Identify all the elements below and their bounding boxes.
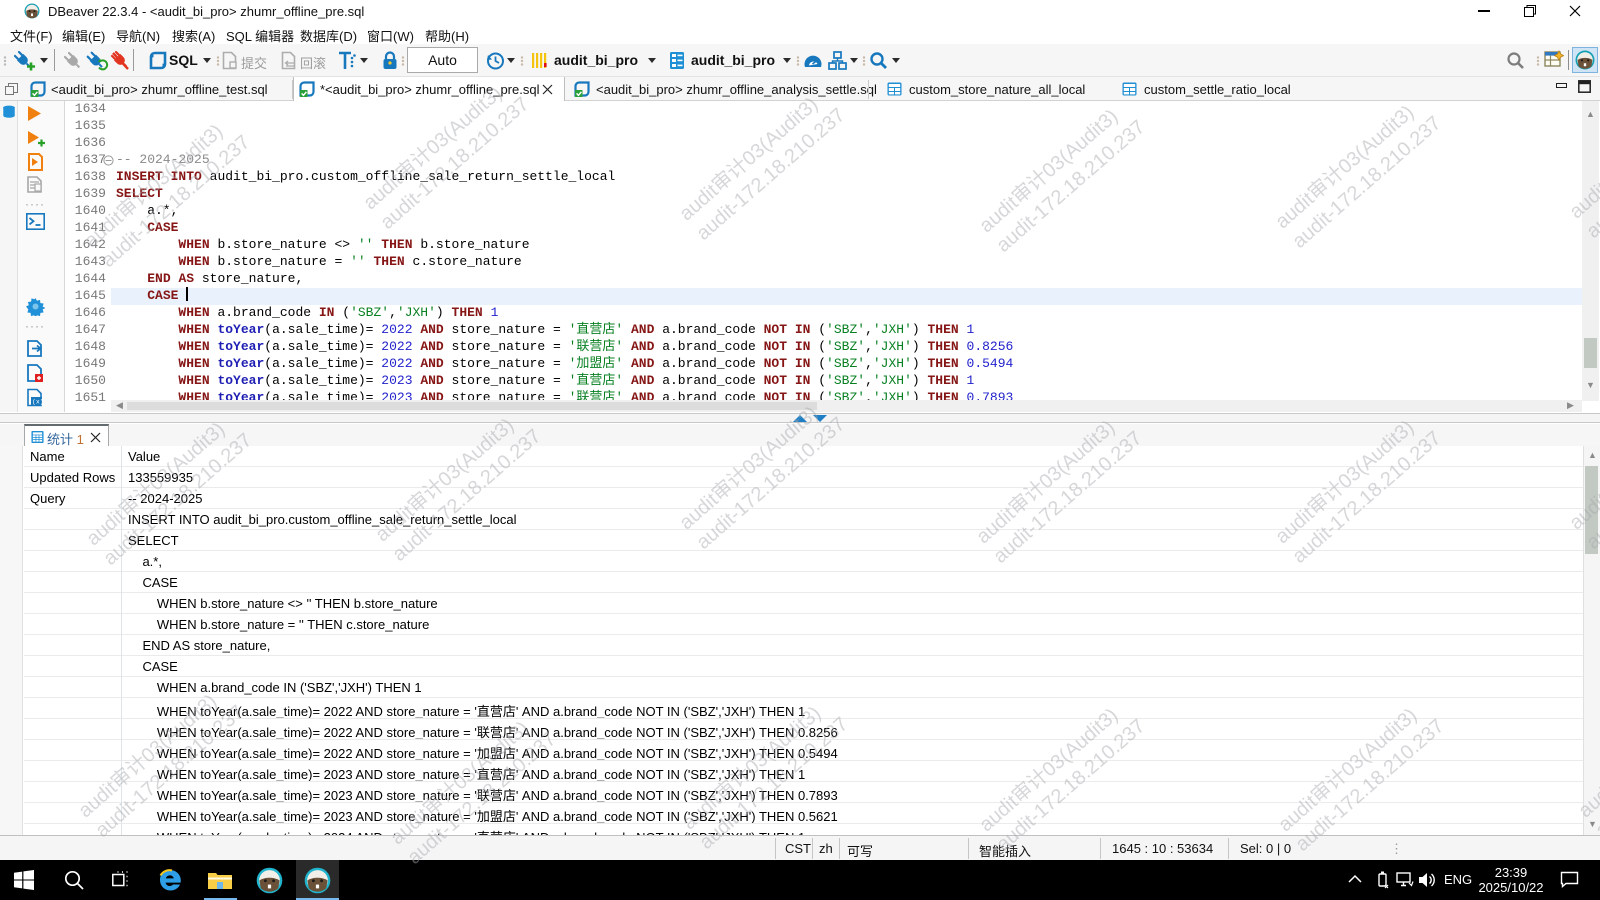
svg-text:(x): (x) [32, 399, 44, 406]
